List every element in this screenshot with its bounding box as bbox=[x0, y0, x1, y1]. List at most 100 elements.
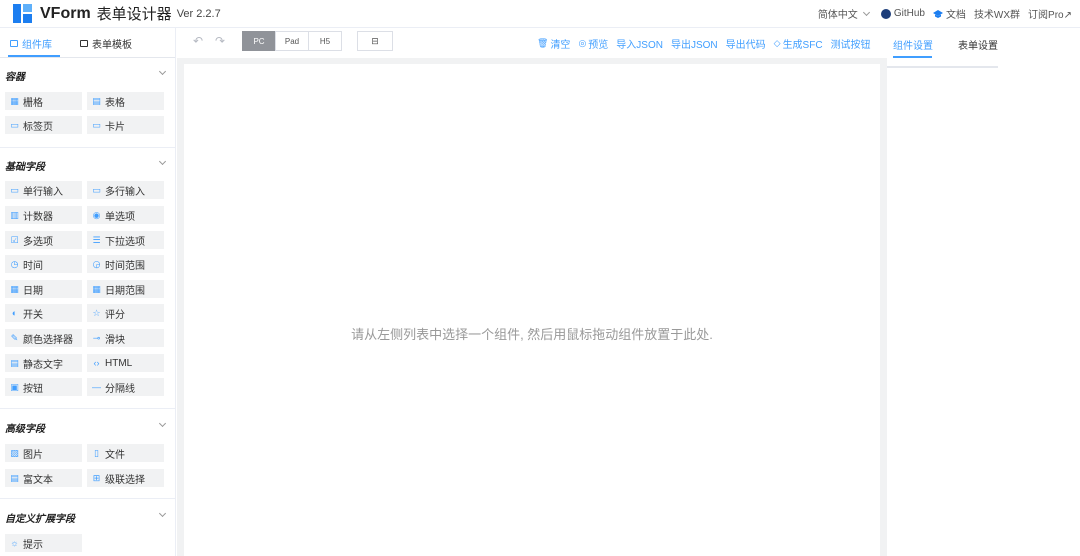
component-panel: 组件库 表单模板 容器 ▦ 栅格 ▤ 表格 ▭ 标签页 ▭ 卡片 基础字段 ▭ 单行输入 … bbox=[0, 28, 176, 556]
widget-input[interactable]: ▭ 单行输入 bbox=[5, 181, 82, 199]
divider bbox=[0, 408, 175, 409]
card-icon: ▭ bbox=[92, 119, 101, 130]
active-tab-indicator bbox=[8, 55, 60, 57]
switch-icon: ◐ bbox=[11, 307, 18, 318]
chevron-down-icon bbox=[862, 8, 870, 16]
image-icon: ▨ bbox=[10, 447, 19, 458]
widget-switch[interactable]: ◐ 开关 bbox=[5, 304, 82, 322]
calendar-icon: ▦ bbox=[10, 283, 19, 294]
widget-color[interactable]: ✎ 颜色选择器 bbox=[5, 329, 82, 347]
tab-widget-settings[interactable]: 组件设置 bbox=[893, 37, 933, 52]
left-tabs: 组件库 表单模板 bbox=[0, 28, 175, 58]
layers-icon: ◇ bbox=[773, 38, 781, 48]
widget-time[interactable]: ◷ 时间 bbox=[5, 255, 82, 273]
widget-date[interactable]: ▦ 日期 bbox=[5, 280, 82, 298]
app-header: VForm 表单设计器 Ver 2.2.7 简体中文 GitHub 文档 技术W… bbox=[0, 0, 1080, 28]
docs-link[interactable]: 文档 bbox=[932, 6, 966, 21]
divider-icon: — bbox=[92, 381, 101, 392]
device-pad-button[interactable]: Pad bbox=[275, 31, 309, 51]
widget-table[interactable]: ▤ 表格 bbox=[87, 92, 164, 110]
widget-date-range[interactable]: ▦ 日期范围 bbox=[87, 280, 164, 298]
widget-select[interactable]: ☰ 下拉选项 bbox=[87, 231, 164, 249]
folder-icon: ▭ bbox=[10, 119, 19, 130]
divider bbox=[0, 498, 175, 499]
group-title-advanced[interactable]: 高级字段 bbox=[5, 420, 45, 435]
node-tree-button[interactable]: ⊟ bbox=[357, 31, 393, 51]
tab-form-settings[interactable]: 表单设置 bbox=[958, 37, 998, 52]
subscribe-pro-link[interactable]: 订阅Pro↗ bbox=[1028, 6, 1072, 21]
table-icon: ▤ bbox=[92, 95, 101, 106]
language-select[interactable]: 简体中文 bbox=[818, 6, 870, 21]
slider-icon: ⊸ bbox=[92, 332, 101, 343]
input-icon: ▭ bbox=[10, 184, 19, 195]
alert-icon: ☼ bbox=[10, 537, 19, 548]
widget-alert[interactable]: ☼ 提示 bbox=[5, 534, 82, 552]
github-link[interactable]: GitHub bbox=[880, 8, 925, 19]
form-canvas[interactable]: 请从左侧列表中选择一个组件, 然后用鼠标拖动组件放置于此处. bbox=[184, 64, 880, 556]
widget-divider[interactable]: — 分隔线 bbox=[87, 378, 164, 396]
designer-toolbar: ↶ ↷ PC Pad H5 ⊟ 🗑 清空 ◎ 预览 导入JSON 导出JSON 导出… bbox=[177, 28, 887, 58]
widget-number[interactable]: ▥ 计数器 bbox=[5, 206, 82, 224]
widget-cascader[interactable]: ⊞ 级联选择 bbox=[87, 469, 164, 487]
clock-icon: ◷ bbox=[10, 258, 19, 269]
widget-radio[interactable]: ◉ 单选项 bbox=[87, 206, 164, 224]
divider bbox=[0, 147, 175, 148]
device-switcher: PC Pad H5 bbox=[242, 31, 342, 51]
wx-group-link[interactable]: 技术WX群 bbox=[974, 6, 1020, 21]
group-title-custom[interactable]: 自定义扩展字段 bbox=[5, 510, 75, 525]
file-icon: ▯ bbox=[94, 447, 99, 458]
widget-slider[interactable]: ⊸ 滑块 bbox=[87, 329, 164, 347]
clear-button[interactable]: 🗑 清空 bbox=[537, 36, 570, 51]
undo-icon[interactable]: ↶ bbox=[193, 34, 203, 48]
widget-textarea[interactable]: ▭ 多行输入 bbox=[87, 181, 164, 199]
group-title-container[interactable]: 容器 bbox=[5, 68, 25, 83]
clock-range-icon: ◶ bbox=[92, 258, 101, 269]
brand-name: VForm bbox=[40, 4, 91, 22]
test-button[interactable]: 测试按钮 bbox=[831, 36, 871, 51]
component-icon bbox=[10, 40, 18, 47]
widget-rich-editor[interactable]: ▤ 富文本 bbox=[5, 469, 82, 487]
device-h5-button[interactable]: H5 bbox=[308, 31, 342, 51]
widget-picture[interactable]: ▨ 图片 bbox=[5, 444, 82, 462]
code-icon: ‹› bbox=[93, 357, 100, 368]
widget-time-range[interactable]: ◶ 时间范围 bbox=[87, 255, 164, 273]
widget-button[interactable]: ▣ 按钮 bbox=[5, 378, 82, 396]
widget-rate[interactable]: ☆ 评分 bbox=[87, 304, 164, 322]
select-icon: ☰ bbox=[92, 234, 101, 245]
color-picker-icon: ✎ bbox=[10, 332, 19, 343]
widget-card[interactable]: ▭ 卡片 bbox=[87, 116, 164, 134]
widget-grid[interactable]: ▦ 栅格 bbox=[5, 92, 82, 110]
template-icon bbox=[80, 40, 88, 47]
active-tab-indicator bbox=[893, 56, 932, 58]
number-icon: ▥ bbox=[10, 209, 19, 220]
empty-canvas-hint: 请从左侧列表中选择一个组件, 然后用鼠标拖动组件放置于此处. bbox=[351, 327, 713, 342]
header-links: 简体中文 GitHub 文档 技术WX群 订阅Pro↗ bbox=[818, 6, 1072, 21]
widget-static-text[interactable]: ▤ 静态文字 bbox=[5, 354, 82, 372]
widget-html[interactable]: ‹› HTML bbox=[87, 354, 164, 372]
cascader-icon: ⊞ bbox=[92, 472, 101, 483]
widget-checkbox[interactable]: ☑ 多选项 bbox=[5, 231, 82, 249]
export-json-button[interactable]: 导出JSON bbox=[671, 36, 718, 51]
calendar-range-icon: ▦ bbox=[92, 283, 101, 294]
import-json-button[interactable]: 导入JSON bbox=[616, 36, 663, 51]
tab-form-templates[interactable]: 表单模板 bbox=[80, 34, 132, 51]
brand-subtitle: 表单设计器 bbox=[96, 6, 172, 23]
group-title-basic[interactable]: 基础字段 bbox=[5, 158, 45, 173]
redo-icon[interactable]: ↷ bbox=[215, 34, 225, 48]
widget-file[interactable]: ▯ 文件 bbox=[87, 444, 164, 462]
chevron-down-icon[interactable] bbox=[158, 67, 167, 76]
chevron-down-icon[interactable] bbox=[158, 157, 167, 166]
vform-logo-icon bbox=[13, 4, 32, 23]
text-icon: ▤ bbox=[10, 357, 19, 368]
widget-tabs[interactable]: ▭ 标签页 bbox=[5, 116, 82, 134]
checkbox-icon: ☑ bbox=[10, 234, 19, 245]
export-code-button[interactable]: 导出代码 bbox=[726, 36, 766, 51]
generate-sfc-button[interactable]: ◇ 生成SFC bbox=[774, 36, 823, 51]
chevron-down-icon[interactable] bbox=[158, 509, 167, 518]
preview-button[interactable]: ◎ 预览 bbox=[578, 36, 608, 51]
chevron-down-icon[interactable] bbox=[158, 419, 167, 428]
tab-component-library[interactable]: 组件库 bbox=[10, 34, 52, 51]
textarea-icon: ▭ bbox=[92, 184, 101, 195]
trash-icon: 🗑 bbox=[537, 38, 549, 48]
device-pc-button[interactable]: PC bbox=[242, 31, 276, 51]
